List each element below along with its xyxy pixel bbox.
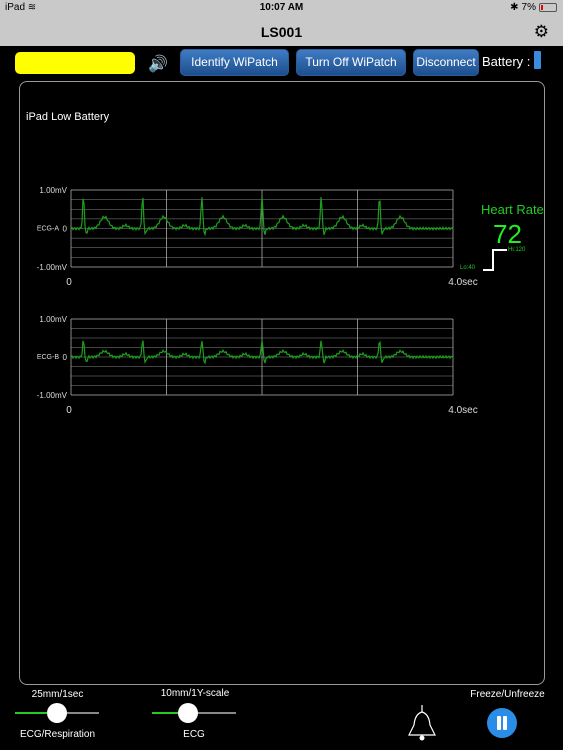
- scale-label: ECG: [183, 729, 205, 740]
- range-bracket-icon: [483, 249, 507, 271]
- heart-rate-label: Heart Rate: [481, 202, 544, 217]
- y-min-label: -1.00mV: [37, 391, 68, 400]
- speed-label: ECG/Respiration: [19, 729, 96, 740]
- freeze-button[interactable]: [487, 708, 517, 738]
- y-max-label: 1.00mV: [39, 186, 67, 195]
- speed-slider-knob[interactable]: [47, 703, 67, 723]
- channel-label: ECG-B: [37, 354, 60, 361]
- freeze-label: Freeze/Unfreeze: [470, 689, 545, 700]
- y-max-label: 1.00mV: [39, 315, 67, 324]
- scale-slider-knob[interactable]: [178, 703, 198, 723]
- speed-value: 25mm/1sec: [31, 689, 84, 700]
- x-end-label: 4.0sec: [448, 405, 477, 416]
- heart-rate-value: 72: [493, 219, 522, 249]
- y-min-label: -1.00mV: [37, 263, 68, 272]
- x-start-label: 0: [66, 277, 72, 288]
- bell-icon[interactable]: [405, 705, 439, 745]
- ecg-charts: 1.00mV-1.00mV0ECG-A0 4.0sec1.00mV-1.00mV0…: [37, 186, 478, 416]
- heart-rate-hi: Hi:120: [508, 247, 526, 253]
- x-end-label: 4.0sec: [448, 277, 477, 288]
- channel-label: ECG-A: [37, 226, 60, 233]
- y-zero-label: 0: [63, 353, 68, 362]
- y-zero-label: 0: [63, 225, 68, 234]
- scale-value: 10mm/1Y-scale: [160, 688, 230, 699]
- heart-rate-lo: Lo:40: [460, 265, 476, 271]
- x-start-label: 0: [66, 405, 72, 416]
